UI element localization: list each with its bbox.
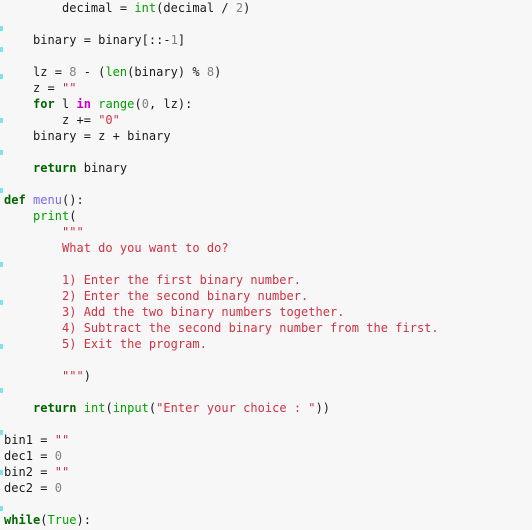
line-menu-option-5: 5) Exit the program. bbox=[0, 336, 532, 352]
token-number: 2 bbox=[235, 1, 244, 15]
line-bin1-init: bin1 = "" bbox=[0, 432, 532, 448]
token-plain: ) bbox=[83, 369, 91, 383]
token-keyword: return bbox=[32, 401, 77, 415]
token-plain: z += bbox=[4, 113, 99, 127]
line-print-open: print( bbox=[0, 208, 532, 224]
token-string: "" bbox=[54, 465, 70, 479]
line-blank-2 bbox=[0, 48, 532, 64]
token-builtin: len bbox=[105, 65, 128, 79]
line-docstring-close: """) bbox=[0, 368, 532, 384]
line-menu-option-3: 3) Add the two binary numbers together. bbox=[0, 304, 532, 320]
line-return-binary: return binary bbox=[0, 160, 532, 176]
token-plain: (): bbox=[61, 193, 84, 207]
token-string: 2) Enter the second binary number. bbox=[4, 289, 309, 303]
token-plain: dec2 = bbox=[4, 481, 55, 495]
line-while-true: while(True): bbox=[0, 512, 532, 528]
line-menu-option-2: 2) Enter the second binary number. bbox=[0, 288, 532, 304]
line-def-menu: def menu(): bbox=[0, 192, 532, 208]
token-plain: ) bbox=[243, 1, 251, 15]
line-binary-pad: binary = z + binary bbox=[0, 128, 532, 144]
token-plain: (decimal / bbox=[156, 1, 236, 15]
token-keyword: for bbox=[32, 97, 55, 111]
token-string: """ bbox=[4, 369, 84, 383]
token-function: menu bbox=[32, 193, 62, 207]
token-builtin: int bbox=[134, 1, 157, 15]
code-editor-pane[interactable]: decimal = int(decimal / 2) binary = bina… bbox=[0, 0, 532, 530]
line-for-loop: for l in range(0, lz): bbox=[0, 96, 532, 112]
token-plain: decimal = bbox=[4, 1, 135, 15]
line-dec1-init: dec1 = 0 bbox=[0, 448, 532, 464]
token-string: "0" bbox=[98, 113, 120, 127]
line-menu-option-1: 1) Enter the first binary number. bbox=[0, 272, 532, 288]
token-number: 1 bbox=[170, 33, 178, 47]
token-number: 0 bbox=[54, 449, 62, 463]
source-code-block[interactable]: decimal = int(decimal / 2) binary = bina… bbox=[0, 0, 532, 528]
token-builtin: int bbox=[83, 401, 106, 415]
line-docstring-blank-1 bbox=[0, 256, 532, 272]
token-plain: (binary) % bbox=[127, 65, 207, 79]
token-string: 3) Add the two binary numbers together. bbox=[4, 305, 345, 319]
line-blank-7 bbox=[0, 496, 532, 512]
token-keyword: return bbox=[32, 161, 77, 175]
token-string: What do you want to do? bbox=[4, 241, 229, 255]
line-blank-4 bbox=[0, 176, 532, 192]
token-string: "Enter your choice : " bbox=[156, 401, 316, 415]
line-blank-1 bbox=[0, 16, 532, 32]
token-plain: bin1 = bbox=[4, 433, 55, 447]
line-menu-option-4: 4) Subtract the second binary number fro… bbox=[0, 320, 532, 336]
token-plain: bin2 = bbox=[4, 465, 55, 479]
line-bin2-init: bin2 = "" bbox=[0, 464, 532, 480]
token-plain: , lz): bbox=[148, 97, 193, 111]
line-binary-reverse: binary = binary[::-1] bbox=[0, 32, 532, 48]
token-number: 0 bbox=[54, 481, 62, 495]
token-builtin: range bbox=[98, 97, 135, 111]
line-blank-3 bbox=[0, 144, 532, 160]
token-plain: ( bbox=[105, 401, 113, 415]
token-plain: ) bbox=[214, 65, 222, 79]
line-lz-assign: lz = 8 - (len(binary) % 8) bbox=[0, 64, 532, 80]
token-string: 1) Enter the first binary number. bbox=[4, 273, 302, 287]
token-plain: ] bbox=[177, 33, 186, 47]
token-builtin: True bbox=[47, 513, 77, 527]
token-plain: ): bbox=[76, 513, 91, 527]
token-plain: binary bbox=[76, 161, 128, 175]
token-plain: binary = binary[::- bbox=[4, 33, 171, 47]
token-plain: )) bbox=[315, 401, 331, 415]
token-plain: ( bbox=[134, 97, 142, 111]
line-blank-6 bbox=[0, 416, 532, 432]
token-plain: binary = z + binary bbox=[4, 129, 171, 143]
line-decimal-assign: decimal = int(decimal / 2) bbox=[0, 0, 532, 16]
line-docstring-question: What do you want to do? bbox=[0, 240, 532, 256]
line-return-choice: return int(input("Enter your choice : ")… bbox=[0, 400, 532, 416]
token-string: "" bbox=[54, 433, 70, 447]
line-z-append: z += "0" bbox=[0, 112, 532, 128]
token-number: 0 bbox=[141, 97, 149, 111]
token-plain: lz = bbox=[4, 65, 70, 79]
token-string: 4) Subtract the second binary number fro… bbox=[4, 321, 439, 335]
token-keyword_operator: in bbox=[76, 97, 91, 111]
token-keyword: def bbox=[4, 193, 26, 207]
token-keyword: while bbox=[4, 513, 41, 527]
token-plain: - ( bbox=[76, 65, 106, 79]
line-docstring-blank-2 bbox=[0, 352, 532, 368]
line-z-init: z = "" bbox=[0, 80, 532, 96]
token-plain: ( bbox=[69, 209, 77, 223]
line-docstring-open: """ bbox=[0, 224, 532, 240]
token-string: """ bbox=[4, 225, 84, 239]
token-string: "" bbox=[61, 81, 77, 95]
token-plain: dec1 = bbox=[4, 449, 55, 463]
token-builtin: input bbox=[112, 401, 149, 415]
token-plain: z = bbox=[4, 81, 62, 95]
line-dec2-init: dec2 = 0 bbox=[0, 480, 532, 496]
token-string: 5) Exit the program. bbox=[4, 337, 207, 351]
line-blank-5 bbox=[0, 384, 532, 400]
token-plain: l bbox=[54, 97, 77, 111]
token-builtin: print bbox=[32, 209, 70, 223]
